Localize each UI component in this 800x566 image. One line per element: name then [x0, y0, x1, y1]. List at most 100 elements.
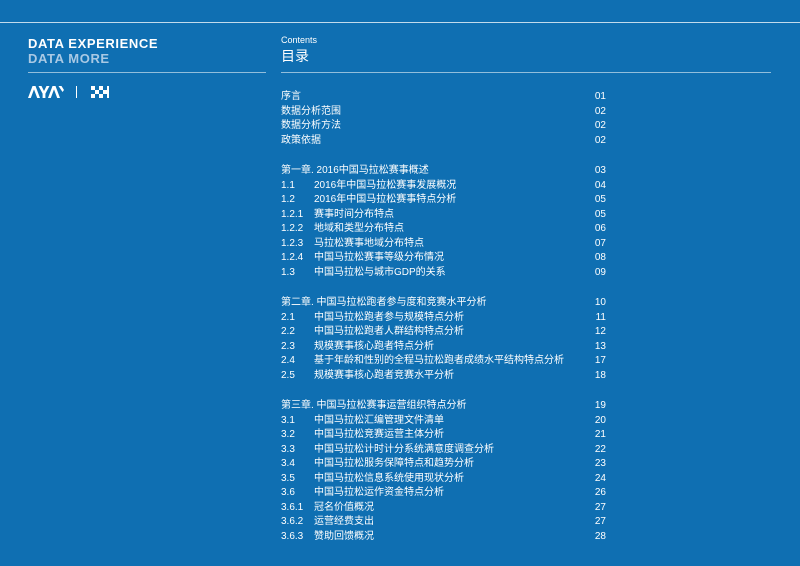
toc-group-chapter-3: 第三章. 中国马拉松赛事运营组织特点分析 19 3.1 中国马拉松汇编管理文件清单 20… — [281, 399, 606, 544]
toc-entry-number: 2.1 — [281, 311, 295, 323]
toc-entry[interactable]: 2.2 中国马拉松跑者人群结构特点分析 12 — [281, 325, 606, 340]
toc-entry[interactable]: 第三章. 中国马拉松赛事运营组织特点分析 19 — [281, 399, 606, 414]
toc-entry-page: 11 — [595, 311, 606, 323]
toc-entry-page: 07 — [594, 237, 606, 249]
toc-entry-number: 1.2.2 — [281, 223, 304, 234]
toc-entry-title: 序言 — [281, 91, 301, 102]
toc-entry[interactable]: 3.6.1 冠名价值概况 27 — [281, 501, 606, 516]
toc-entry-number: 3.6.3 — [281, 530, 304, 542]
toc-entry[interactable]: 3.6.3 赞助回馈概况 28 — [281, 530, 606, 545]
toc-entry-title: 中国马拉松赛事等级分布情况 — [314, 252, 444, 263]
toc-entry-title: 规模赛事核心跑者竞赛水平分析 — [314, 369, 454, 381]
toc-entry-number: 3.6.2 — [281, 516, 304, 527]
toc-entry[interactable]: 3.2 中国马拉松竞赛运营主体分析 21 — [281, 428, 606, 443]
ayay-logo-icon — [28, 86, 64, 98]
toc-entry[interactable]: 2.3 规模赛事核心跑者特点分析 13 — [281, 340, 606, 355]
brand-block: DATA EXPERIENCE DATA MORE — [28, 36, 158, 66]
contents-heading-en: Contents — [281, 35, 318, 45]
toc-entry-title: 赞助回馈概况 — [314, 530, 374, 542]
toc-entry[interactable]: 序言 01 — [281, 90, 606, 105]
toc-entry-page: 06 — [594, 223, 606, 234]
toc-entry[interactable]: 3.1 中国马拉松汇编管理文件清单 20 — [281, 414, 606, 429]
toc-entry[interactable]: 2.5 规模赛事核心跑者竞赛水平分析 18 — [281, 369, 606, 384]
toc-group-chapter-1: 第一章. 2016中国马拉松赛事概述 03 1.1 2016年中国马拉松赛事发展概况 0… — [281, 164, 606, 280]
toc-entry[interactable]: 1.2 2016年中国马拉松赛事特点分析 05 — [281, 193, 606, 208]
toc-entry-title: 2016年中国马拉松赛事特点分析 — [314, 194, 457, 205]
toc-entry[interactable]: 1.1 2016年中国马拉松赛事发展概况 04 — [281, 179, 606, 194]
toc-entry-title: 中国马拉松汇编管理文件清单 — [314, 414, 444, 426]
toc-entry-number: 3.6 — [281, 487, 295, 498]
toc-entry[interactable]: 3.5 中国马拉松信息系统使用现状分析 24 — [281, 472, 606, 487]
toc-entry-number: 3.4 — [281, 458, 295, 469]
toc-entry[interactable]: 1.2.3 马拉松赛事地域分布特点 07 — [281, 237, 606, 252]
top-divider — [0, 22, 800, 23]
toc-entry-title: 中国马拉松信息系统使用现状分析 — [314, 472, 464, 484]
toc-entry-title: 中国马拉松跑者人群结构特点分析 — [314, 326, 464, 337]
toc-entry-number: 2.4 — [281, 355, 295, 366]
toc-entry-page: 20 — [594, 414, 606, 426]
toc-entry-title: 冠名价值概况 — [314, 501, 374, 513]
toc-entry[interactable]: 3.6.2 运营经费支出 27 — [281, 515, 606, 530]
toc-entry-page: 08 — [594, 252, 606, 263]
toc-entry-title: 数据分析方法 — [281, 120, 341, 131]
toc-entry-title: 运营经费支出 — [314, 516, 374, 527]
toc-group-chapter-2: 第二章. 中国马拉松跑者参与度和竞赛水平分析 10 2.1 中国马拉松跑者参与规模特点… — [281, 296, 606, 383]
toc-entry-title: 中国马拉松服务保障特点和趋势分析 — [314, 458, 474, 469]
toc-entry[interactable]: 1.2.1 赛事时间分布特点 05 — [281, 208, 606, 223]
table-of-contents: 序言 01 数据分析范围 02 数据分析方法 02 政策依据 02 第一章. 2016中国马拉松… — [281, 90, 606, 560]
toc-entry-title: 2016年中国马拉松赛事发展概况 — [314, 179, 457, 191]
toc-entry-title: 数据分析范围 — [281, 105, 341, 117]
toc-entry-number: 3.6.1 — [281, 501, 304, 513]
toc-entry-page: 04 — [594, 179, 606, 191]
toc-entry-number: 3.5 — [281, 472, 295, 484]
toc-entry-title: 中国马拉松计时计分系统满意度调查分析 — [314, 443, 494, 455]
toc-entry-page: 10 — [594, 297, 606, 308]
toc-entry[interactable]: 1.2.4 中国马拉松赛事等级分布情况 08 — [281, 251, 606, 266]
toc-entry[interactable]: 2.4 基于年龄和性别的全程马拉松跑者成绩水平结构特点分析 17 — [281, 354, 606, 369]
brand-line-2: DATA MORE — [28, 51, 110, 66]
toc-entry[interactable]: 2.1 中国马拉松跑者参与规模特点分析 11 — [281, 311, 606, 326]
toc-entry[interactable]: 3.3 中国马拉松计时计分系统满意度调查分析 22 — [281, 443, 606, 458]
partner-logos — [28, 86, 109, 98]
toc-entry-title: 马拉松赛事地域分布特点 — [314, 237, 424, 249]
toc-group-intro: 序言 01 数据分析范围 02 数据分析方法 02 政策依据 02 — [281, 90, 606, 148]
toc-entry-number: 1.2.1 — [281, 208, 304, 220]
toc-entry-page: 28 — [594, 530, 606, 542]
toc-entry-page: 24 — [594, 472, 606, 484]
toc-entry-number: 3.1 — [281, 414, 295, 426]
toc-entry-page: 21 — [594, 429, 606, 440]
toc-entry[interactable]: 1.2.2 地域和类型分布特点 06 — [281, 222, 606, 237]
contents-heading: Contents 目录 — [281, 35, 317, 65]
toc-entry-title: 赛事时间分布特点 — [314, 208, 394, 220]
contents-divider — [281, 72, 771, 73]
toc-entry[interactable]: 数据分析方法 02 — [281, 119, 606, 134]
toc-entry-number: 2.2 — [281, 326, 295, 337]
toc-entry-page: 27 — [594, 501, 606, 513]
toc-entry[interactable]: 1.3 中国马拉松与城市GDP的关系 09 — [281, 266, 606, 281]
toc-entry-page: 18 — [594, 369, 606, 381]
toc-entry-title: 第三章. 中国马拉松赛事运营组织特点分析 — [281, 400, 467, 411]
toc-entry-page: 23 — [594, 458, 606, 469]
toc-entry[interactable]: 第一章. 2016中国马拉松赛事概述 03 — [281, 164, 606, 179]
toc-entry-title: 中国马拉松与城市GDP的关系 — [314, 266, 446, 278]
toc-entry-page: 27 — [594, 516, 606, 527]
toc-entry[interactable]: 3.4 中国马拉松服务保障特点和趋势分析 23 — [281, 457, 606, 472]
toc-entry-page: 17 — [594, 355, 606, 366]
toc-entry-number: 2.5 — [281, 369, 295, 381]
toc-entry-title: 基于年龄和性别的全程马拉松跑者成绩水平结构特点分析 — [314, 355, 564, 366]
toc-entry-page: 01 — [594, 91, 606, 102]
toc-entry-number: 1.1 — [281, 179, 295, 191]
toc-entry[interactable]: 数据分析范围 02 — [281, 105, 606, 120]
toc-entry-number: 3.3 — [281, 443, 295, 455]
toc-entry[interactable]: 政策依据 02 — [281, 134, 606, 149]
toc-entry-number: 1.2 — [281, 194, 295, 205]
contents-heading-zh: 目录 — [281, 48, 309, 64]
toc-entry-title: 第二章. 中国马拉松跑者参与度和竞赛水平分析 — [281, 297, 487, 308]
toc-entry-page: 05 — [594, 194, 606, 205]
toc-entry-page: 05 — [594, 208, 606, 220]
toc-entry-page: 02 — [594, 120, 606, 131]
toc-entry[interactable]: 3.6 中国马拉松运作资金特点分析 26 — [281, 486, 606, 501]
toc-entry-page: 22 — [594, 443, 606, 455]
toc-entry-number: 1.3 — [281, 266, 295, 278]
toc-entry[interactable]: 第二章. 中国马拉松跑者参与度和竞赛水平分析 10 — [281, 296, 606, 311]
